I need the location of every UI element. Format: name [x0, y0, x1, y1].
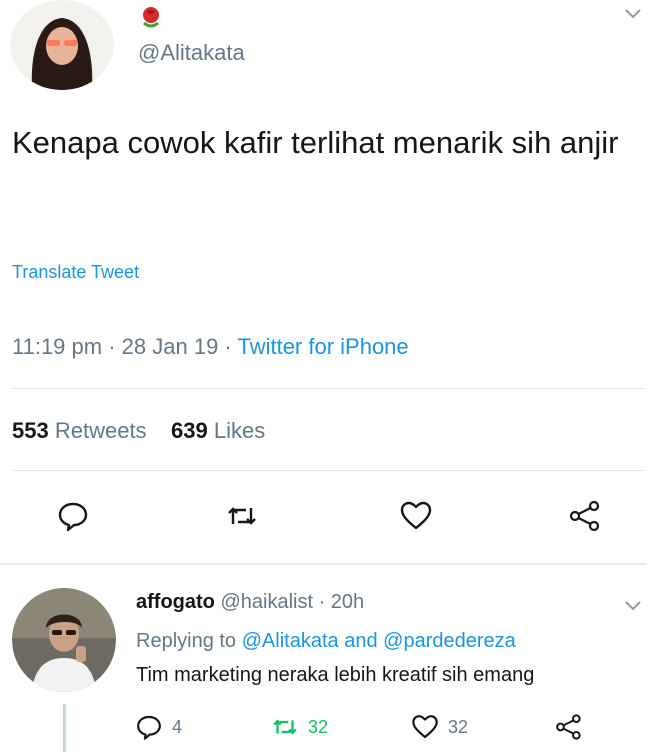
chevron-down-icon[interactable]: [622, 596, 644, 616]
like-count: 32: [448, 716, 469, 737]
share-icon: [556, 714, 581, 740]
likes-stat[interactable]: 639 Likes: [171, 418, 265, 443]
share-button[interactable]: [553, 712, 583, 744]
share-button[interactable]: [566, 498, 602, 534]
comment-icon: [58, 502, 88, 532]
reply-header: affogato @haikalist · 20h: [136, 591, 364, 614]
separator: ·: [218, 334, 238, 359]
avatar[interactable]: [12, 588, 116, 692]
avatar[interactable]: [10, 0, 114, 90]
tweet-date: 28 Jan 19: [121, 334, 219, 359]
share-icon: [569, 500, 600, 532]
retweet-icon: [273, 719, 297, 735]
tweet-meta: 11:19 pm · 28 Jan 19 · Twitter for iPhon…: [12, 334, 409, 360]
tweet-stats: 553 Retweets 639 Likes: [12, 418, 265, 444]
thread-line: [63, 704, 66, 752]
section-separator: [0, 563, 647, 565]
divider: [12, 470, 645, 471]
retweet-button[interactable]: [224, 498, 260, 534]
retweets-label: Retweets: [54, 418, 147, 443]
tweet-time: 11:19 pm: [12, 334, 103, 359]
tweet-client-link[interactable]: Twitter for iPhone: [237, 334, 408, 359]
like-button[interactable]: [398, 498, 434, 534]
retweets-count: 553: [12, 418, 49, 443]
reply-count: 4: [172, 716, 183, 737]
heart-icon: [400, 501, 432, 530]
reply-text: Tim marketing neraka lebih kreatif sih e…: [136, 664, 535, 686]
heart-icon: [412, 715, 438, 739]
chevron-down-icon[interactable]: [622, 4, 644, 24]
mention-link[interactable]: @pardedereza: [383, 630, 516, 652]
mention-link[interactable]: @Alitakata: [242, 630, 339, 652]
reply-time: 20h: [330, 591, 365, 613]
separator: ·: [102, 334, 122, 359]
tweet-text: Kenapa cowok kafir terlihat menarik sih …: [12, 125, 619, 160]
retweet-count: 32: [308, 716, 329, 737]
replying-to: Replying to @Alitakata and @pardedereza: [136, 630, 516, 653]
divider: [12, 388, 645, 389]
retweet-button[interactable]: 32: [270, 712, 328, 744]
translate-tweet-link[interactable]: Translate Tweet: [12, 262, 139, 283]
rose-icon: [138, 4, 164, 30]
like-button[interactable]: 32: [410, 712, 468, 744]
reply-button[interactable]: 4: [134, 712, 182, 744]
replying-prefix: Replying to: [136, 630, 237, 652]
reply-button[interactable]: [55, 498, 91, 534]
comment-icon: [137, 715, 161, 740]
user-handle[interactable]: @Alitakata: [138, 40, 245, 66]
reply-author-name[interactable]: affogato: [136, 591, 215, 613]
replying-and[interactable]: and: [344, 630, 377, 652]
likes-count: 639: [171, 418, 208, 443]
separator: ·: [313, 591, 331, 613]
retweets-stat[interactable]: 553 Retweets: [12, 418, 147, 443]
reply-author-handle[interactable]: @haikalist: [220, 591, 313, 613]
likes-label: Likes: [213, 418, 266, 443]
retweet-icon: [228, 507, 256, 525]
